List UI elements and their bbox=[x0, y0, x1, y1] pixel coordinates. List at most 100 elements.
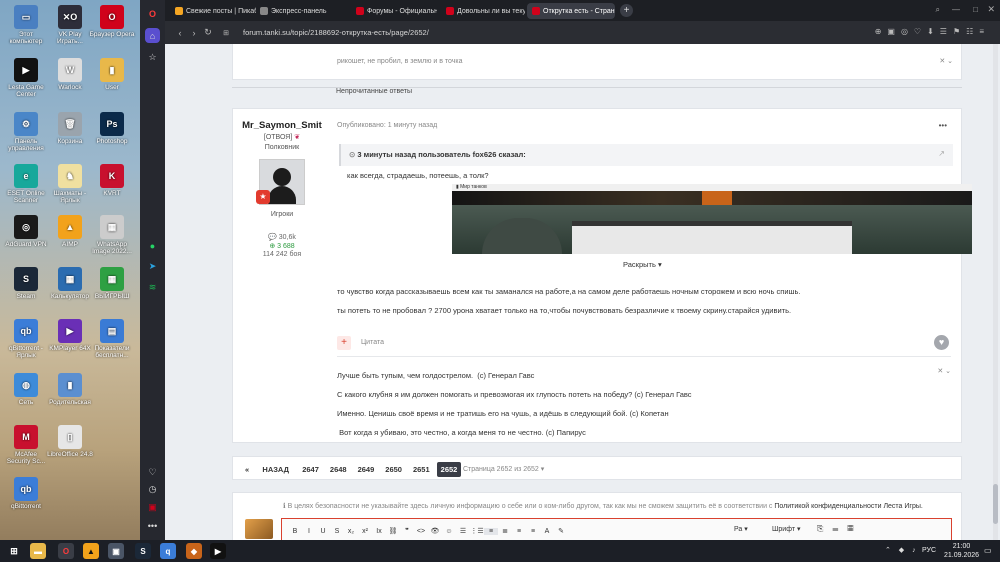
editor-tool-button[interactable]: ≡ bbox=[484, 528, 498, 535]
browser-tab[interactable]: Экспресс-панель bbox=[255, 3, 347, 19]
desktop-shortcut[interactable]: ▦ Калькулятор bbox=[47, 267, 93, 300]
quoted-screenshot[interactable]: ▮ Мир танков bbox=[452, 184, 972, 254]
pagination-page-link[interactable]: 2648 bbox=[326, 462, 351, 477]
editor-tool-button[interactable]: x² bbox=[358, 528, 372, 535]
browser-tab[interactable]: Форумы - Официальный bbox=[351, 3, 437, 19]
new-tab-button[interactable]: + bbox=[620, 4, 633, 17]
editor-tool-button[interactable]: U bbox=[316, 528, 330, 535]
address-tools[interactable]: ⊕▣◎♡⬇☰⚑☷≡ bbox=[875, 27, 990, 36]
desktop-shortcut[interactable]: ✕O VK Play Играть... bbox=[47, 5, 93, 45]
desktop-shortcut[interactable]: qb qBittorrent - Ярлык bbox=[3, 319, 49, 359]
scrollbar-thumb[interactable] bbox=[993, 484, 998, 524]
editor-tool-button[interactable]: S bbox=[330, 528, 344, 535]
desktop-shortcut[interactable]: qb qBittorrent bbox=[3, 477, 49, 510]
editor-tool-button[interactable]: ⛓ bbox=[386, 527, 400, 535]
history-clock-icon[interactable]: ◷ bbox=[145, 482, 160, 497]
desktop-shortcut[interactable]: W Warlock bbox=[47, 58, 93, 91]
reaction-heart-icon[interactable]: ♥ bbox=[934, 335, 949, 350]
language-indicator[interactable]: РУС bbox=[922, 547, 936, 554]
desktop-shortcut[interactable]: O Браузер Opera bbox=[89, 5, 135, 38]
reply-avatar[interactable] bbox=[245, 519, 273, 539]
app-taskbar-icon[interactable]: ▣ bbox=[108, 543, 124, 559]
editor-tool-button[interactable]: ≡ bbox=[526, 528, 540, 535]
editor-tool-button[interactable]: 👁 bbox=[428, 527, 442, 535]
desktop-shortcut[interactable]: 🗑 Корзина bbox=[47, 112, 93, 145]
desktop-shortcut[interactable]: ⚙ Панель управления bbox=[3, 112, 49, 152]
home-icon[interactable]: ⌂ bbox=[145, 28, 160, 43]
editor-tool-button[interactable]: <> bbox=[414, 528, 428, 535]
signature-hide-icon[interactable]: ✕ ⌄ bbox=[937, 367, 951, 375]
maximize-icon[interactable]: □ bbox=[973, 5, 978, 14]
pagination-page-link[interactable]: 2647 bbox=[298, 462, 323, 477]
opera-menu-icon[interactable]: O bbox=[145, 6, 160, 21]
desktop-shortcut[interactable]: ▮ Родительская bbox=[47, 373, 93, 406]
desktop-shortcut[interactable]: Ps Photoshop bbox=[89, 112, 135, 145]
author-clan[interactable]: [ОТВОЯ] bbox=[264, 134, 292, 141]
browser-tab[interactable]: Довольны ли вы текущ bbox=[441, 3, 525, 19]
minimize-icon[interactable]: — bbox=[952, 5, 960, 14]
editor-tool-button[interactable]: Ix bbox=[372, 528, 386, 535]
quote-collapse-icon[interactable]: ⊙ bbox=[349, 150, 355, 159]
pagination-page-link[interactable]: 2649 bbox=[354, 462, 379, 477]
desktop-shortcut[interactable]: S Steam bbox=[3, 267, 49, 300]
qbittorrent-taskbar-icon[interactable]: q bbox=[160, 543, 176, 559]
desktop-shortcut[interactable]: ◎ AdGuard VPN bbox=[3, 215, 49, 248]
tray-icons[interactable]: ⌃ ◆ ♪ bbox=[885, 546, 919, 554]
forward-icon[interactable]: › bbox=[187, 28, 201, 38]
font-family-select[interactable]: Шрифт ▾ bbox=[772, 525, 801, 533]
back-icon[interactable]: ‹ bbox=[173, 28, 187, 38]
avatar[interactable]: ★ bbox=[256, 159, 305, 205]
desktop-shortcut[interactable]: M McAfee Security Sc... bbox=[3, 425, 49, 465]
editor-extra-tools[interactable]: ⎘☰▦ bbox=[817, 524, 863, 534]
steam-taskbar-icon[interactable]: S bbox=[135, 543, 151, 559]
spotify-icon[interactable]: ≋ bbox=[145, 280, 160, 295]
quote-link-icon[interactable]: ↗ bbox=[938, 149, 945, 158]
desktop-shortcut[interactable]: ▶ Lesta Game Center bbox=[3, 58, 49, 98]
start-windows-icon[interactable]: ⊞ bbox=[6, 543, 22, 559]
pagination-summary[interactable]: Страница 2652 из 2652 ▾ bbox=[463, 465, 544, 473]
editor-tool-button[interactable]: ☺ bbox=[442, 528, 456, 535]
game-taskbar-icon[interactable]: ◆ bbox=[186, 543, 202, 559]
site-secure-icon[interactable]: ⊞ bbox=[219, 29, 233, 37]
desktop-shortcut[interactable]: ▦ WhatsApp Image 2022... bbox=[89, 215, 135, 255]
editor-tool-button[interactable]: B bbox=[288, 528, 302, 535]
desktop-shortcut[interactable]: ▦ ВЫЙГРЫШ bbox=[89, 267, 135, 300]
multiquote-icon[interactable]: ✕ ⌄ bbox=[939, 57, 953, 65]
editor-tool-button[interactable]: ⋮☰ bbox=[470, 527, 484, 535]
editor-tool-button[interactable]: A bbox=[540, 528, 554, 535]
pagination-page-link[interactable]: 2650 bbox=[381, 462, 406, 477]
bookmarks-icon[interactable]: ☆ bbox=[145, 50, 160, 65]
desktop-shortcut[interactable]: ▯ LibreOffice 24.8 bbox=[47, 425, 93, 458]
post-more-icon[interactable]: ••• bbox=[939, 121, 947, 130]
whatsapp-icon[interactable]: ● bbox=[145, 238, 160, 253]
privacy-policy-link[interactable]: Политикой конфиденциальности Леста Игры. bbox=[774, 503, 922, 510]
telegram-icon[interactable]: ➤ bbox=[145, 259, 160, 274]
desktop-shortcut[interactable]: e ESET Online Scanner bbox=[3, 164, 49, 204]
notifications-icon[interactable]: ▭ bbox=[984, 546, 992, 555]
tab-search-icon[interactable]: ⌕ bbox=[936, 5, 940, 15]
multiquote-add-button[interactable]: + bbox=[337, 336, 351, 350]
editor-tool-button[interactable]: ☰ bbox=[456, 527, 470, 535]
favorites-heart-icon[interactable]: ♡ bbox=[145, 465, 160, 480]
opera-taskbar-icon[interactable]: O bbox=[58, 543, 74, 559]
pagination-page-link[interactable]: 2651 bbox=[409, 462, 434, 477]
editor-tool-button[interactable]: I bbox=[302, 528, 316, 535]
close-window-icon[interactable]: ✕ bbox=[987, 4, 995, 15]
editor-tool-button[interactable]: ❞ bbox=[400, 527, 414, 535]
lesta-taskbar-icon[interactable]: ▶ bbox=[210, 543, 226, 559]
aimp-taskbar-icon[interactable]: ▲ bbox=[83, 543, 99, 559]
browser-tab[interactable]: Свежие посты | Пикабу bbox=[170, 3, 256, 19]
desktop-shortcut[interactable]: ▶ KMPlayer 64X bbox=[47, 319, 93, 352]
editor-tool-button[interactable]: x₂ bbox=[344, 528, 358, 535]
pagination-prev-icon[interactable]: « bbox=[241, 462, 253, 477]
browser-tab[interactable]: Открутка есть - Страниц bbox=[527, 3, 615, 19]
desktop-shortcut[interactable]: ♞ Шахматы - Ярлык bbox=[47, 164, 93, 204]
quote-button[interactable]: Цитата bbox=[361, 339, 384, 346]
page-scrollbar[interactable] bbox=[993, 44, 998, 540]
desktop-shortcut[interactable]: ◍ Сеть bbox=[3, 373, 49, 406]
expand-quote-button[interactable]: Раскрыть ▾ bbox=[623, 260, 662, 269]
more-dots-icon[interactable]: ••• bbox=[145, 518, 160, 533]
author-name[interactable]: Mr_Saymon_Smit bbox=[233, 120, 331, 131]
font-size-select[interactable]: Ра ▾ bbox=[734, 525, 748, 533]
pagination-back-link[interactable]: НАЗАД bbox=[258, 462, 293, 477]
